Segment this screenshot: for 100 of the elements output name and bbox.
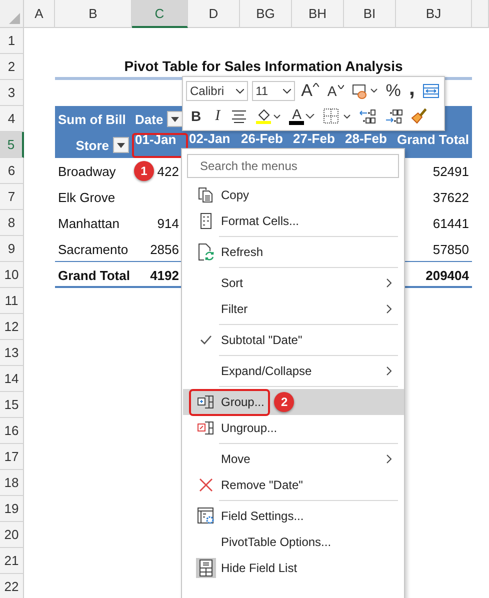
column-header[interactable]: BJ — [396, 0, 472, 28]
menu-item[interactable]: Hide Field List — [183, 555, 404, 581]
pivot-column-header: 28-Feb — [345, 132, 387, 146]
paint-bucket-icon — [255, 108, 282, 124]
increase-decimal-icon — [359, 108, 378, 124]
font-name-dropdown[interactable]: Calibri — [186, 81, 248, 101]
menu-item[interactable]: Expand/Collapse — [183, 358, 404, 384]
pivot-value-field: Sum of Bill — [58, 112, 126, 126]
filter-dropdown-button[interactable] — [113, 137, 129, 153]
row-header[interactable]: 4 — [0, 106, 24, 132]
menu-item[interactable]: Format Cells... — [183, 208, 404, 234]
row-header[interactable]: 3 — [0, 80, 24, 106]
column-header[interactable]: C — [132, 0, 188, 28]
pivot-column-header: 27-Feb — [293, 132, 335, 146]
row-header[interactable]: 17 — [0, 444, 24, 470]
row-header[interactable]: 21 — [0, 548, 24, 574]
comma-style-button[interactable]: , — [406, 77, 417, 99]
increase-font-size-button[interactable]: A — [299, 81, 322, 101]
store-name: Sacramento — [58, 242, 128, 256]
menu-item[interactable]: Filter — [183, 296, 404, 322]
row-header[interactable]: 7 — [0, 184, 24, 210]
chevron-icon — [305, 114, 316, 118]
row-header[interactable]: 6 — [0, 158, 24, 184]
row-header[interactable]: 15 — [0, 392, 24, 418]
decrease-font-size-button[interactable]: A — [325, 83, 346, 99]
number-format-icon — [352, 83, 378, 99]
triangle-icon — [9, 13, 20, 24]
column-header[interactable]: D — [188, 0, 240, 28]
row-header[interactable]: 16 — [0, 418, 24, 444]
menu-item[interactable]: Subtotal "Date" — [183, 327, 404, 353]
ungroup-icon — [197, 421, 215, 435]
row-header[interactable]: 18 — [0, 470, 24, 496]
decrease-decimal-icon — [385, 108, 404, 124]
chevron-icon — [283, 88, 292, 94]
format-cells-icon — [198, 213, 214, 229]
menu-item[interactable]: Field Settings... — [183, 503, 404, 529]
borders-icon — [323, 108, 352, 124]
copy-icon — [198, 187, 214, 203]
borders-button[interactable] — [321, 108, 354, 124]
row-header[interactable]: 14 — [0, 366, 24, 392]
decrease-decimal-button[interactable] — [383, 108, 406, 124]
pivot-column-header: 01-Jan — [135, 133, 176, 147]
font-size-dropdown[interactable]: 11 — [252, 81, 296, 101]
row-header[interactable]: 20 — [0, 522, 24, 548]
row-header[interactable]: 22 — [0, 574, 24, 598]
field-list-icon — [196, 558, 216, 578]
format-painter-button[interactable] — [409, 108, 430, 124]
field-settings-icon — [197, 507, 215, 525]
pivot-column-header: 26-Feb — [241, 132, 283, 146]
row-header[interactable]: 10 — [0, 262, 24, 288]
merge-center-button[interactable] — [421, 84, 441, 98]
row-header[interactable]: 9 — [0, 236, 24, 262]
menu-item[interactable]: Remove "Date" — [183, 472, 404, 498]
number-format-button[interactable] — [350, 83, 380, 99]
column-header[interactable]: BH — [292, 0, 344, 28]
pivot-row-field: Store — [76, 138, 109, 152]
column-header[interactable]: BI — [344, 0, 396, 28]
row-header[interactable]: 13 — [0, 340, 24, 366]
store-name: Manhattan — [58, 216, 120, 230]
store-name: Elk Grove — [58, 190, 116, 204]
percent-style-button[interactable]: % — [384, 81, 403, 101]
refresh-icon — [198, 243, 214, 261]
caret-icon — [117, 142, 125, 148]
row-header[interactable]: 1 — [0, 28, 24, 54]
bold-button[interactable]: B — [186, 108, 206, 124]
filter-dropdown-button[interactable] — [167, 111, 184, 127]
column-header[interactable]: BG — [240, 0, 292, 28]
menu-item[interactable]: Move — [183, 446, 404, 472]
fill-color-button[interactable] — [253, 108, 284, 124]
menu-item[interactable]: PivotTable Options... — [183, 529, 404, 555]
column-header[interactable]: B — [55, 0, 132, 28]
menu-item[interactable]: Ungroup... — [183, 415, 404, 441]
italic-button[interactable]: I — [210, 108, 226, 124]
column-header[interactable]: A — [24, 0, 55, 28]
table-cell: 2856 — [150, 242, 179, 256]
merge-icon — [423, 84, 439, 98]
checkmark-icon — [200, 335, 212, 345]
caret-icon — [171, 116, 180, 122]
search-field[interactable]: Search the menus — [187, 154, 399, 178]
menu-item[interactable]: Sort — [183, 270, 404, 296]
chevron-icon — [236, 88, 244, 94]
row-header[interactable]: 8 — [0, 210, 24, 236]
menu-item[interactable]: Group... 2 — [183, 389, 404, 415]
group-icon — [197, 395, 215, 409]
table-cell: 422 — [157, 164, 179, 178]
store-name: Broadway — [58, 164, 116, 178]
pivot-column-field: Date — [135, 112, 164, 126]
menu-item[interactable]: Refresh — [183, 239, 404, 265]
caret-up-icon — [313, 83, 320, 87]
row-header[interactable]: 5 — [0, 132, 24, 158]
grand-total-label: Grand Total — [58, 268, 130, 282]
row-header[interactable]: 2 — [0, 54, 24, 80]
font-color-button[interactable]: A — [287, 107, 318, 125]
row-header[interactable]: 12 — [0, 314, 24, 340]
menu-item[interactable]: Copy — [183, 182, 404, 208]
row-header[interactable]: 19 — [0, 496, 24, 522]
table-cell: 4192 — [150, 268, 179, 282]
row-header[interactable]: 11 — [0, 288, 24, 314]
caret-down-icon — [338, 85, 344, 89]
table-cell: 57850 — [432, 242, 469, 256]
